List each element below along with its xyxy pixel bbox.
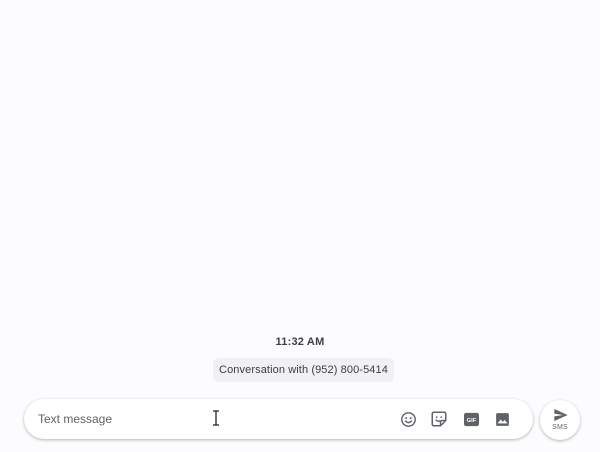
emoji-icon — [400, 411, 416, 427]
send-sms-label: SMS — [552, 424, 568, 431]
message-timestamp: 11:32 AM — [275, 336, 325, 348]
conversation-info-text: Conversation with (952) 800-5414 — [219, 364, 388, 376]
gif-icon: GIF — [463, 412, 479, 426]
compose-bar: GIF — [24, 399, 533, 439]
conversation-area: 11:32 AM Conversation with (952) 800-541… — [0, 0, 600, 395]
text-cursor-icon — [213, 410, 219, 426]
sticker-icon — [431, 411, 447, 427]
emoji-button[interactable] — [397, 408, 419, 430]
send-icon — [554, 409, 568, 421]
conversation-info-chip: Conversation with (952) 800-5414 — [213, 358, 394, 382]
text-message-input[interactable] — [38, 409, 258, 429]
gif-button[interactable]: GIF — [460, 408, 482, 430]
image-button[interactable] — [491, 408, 513, 430]
send-sms-button[interactable]: SMS — [540, 400, 580, 440]
image-icon — [495, 412, 509, 426]
svg-text:GIF: GIF — [466, 418, 476, 424]
sticker-button[interactable] — [428, 408, 450, 430]
